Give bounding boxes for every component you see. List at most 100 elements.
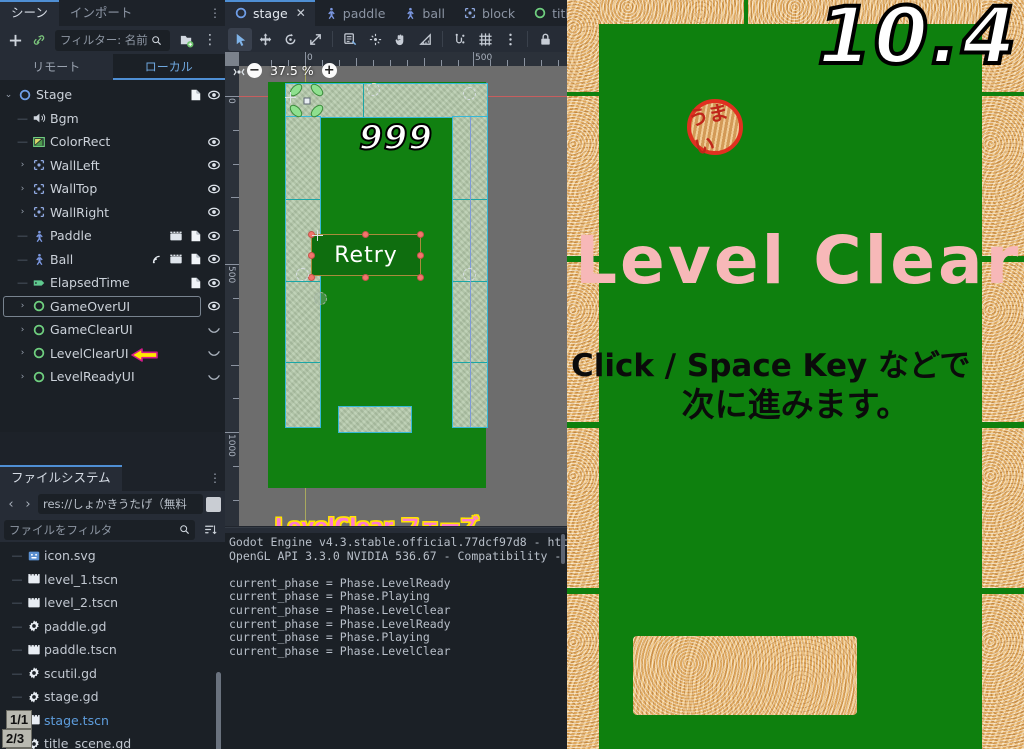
- filesystem-filter-input[interactable]: ファイルをフィルタ: [4, 519, 195, 540]
- script-icon[interactable]: [188, 88, 202, 102]
- resize-handle-tc[interactable]: [362, 231, 369, 238]
- move-mode-icon[interactable]: [253, 28, 277, 51]
- tree-expander[interactable]: ›: [16, 301, 29, 311]
- scene-tab-block[interactable]: block: [454, 0, 524, 26]
- scene-tree-item-levelclearui[interactable]: › LevelClearUI: [0, 342, 225, 366]
- zoom-out-button[interactable]: −: [247, 63, 262, 78]
- game-run-window[interactable]: 10.4 うまい Level Clear! Click / Space Key …: [567, 0, 1024, 749]
- grid-snap-icon[interactable]: [473, 28, 497, 51]
- tree-expander[interactable]: ›: [16, 348, 29, 358]
- scene-tree-item-elapsedtime[interactable]: — ElapsedTime: [0, 271, 225, 295]
- visibility-icon[interactable]: [207, 252, 221, 266]
- script-icon[interactable]: [188, 229, 202, 243]
- rotate-mode-icon[interactable]: [278, 28, 302, 51]
- visibility-icon[interactable]: [207, 182, 221, 196]
- resize-handle-bc[interactable]: [362, 274, 369, 281]
- instantiate-scene-icon[interactable]: [175, 29, 197, 51]
- resize-handle-mr[interactable]: [417, 252, 424, 259]
- scene-tree-item-gameclearui[interactable]: › GameClearUI: [0, 318, 225, 342]
- chevron-right-icon[interactable]: ›: [21, 497, 35, 512]
- visibility-icon[interactable]: [207, 299, 221, 313]
- scene-tab-ball[interactable]: ball: [394, 0, 454, 26]
- tree-expander[interactable]: ›: [16, 372, 29, 382]
- visibility-icon[interactable]: [207, 229, 221, 243]
- retry-button-node[interactable]: Retry: [311, 234, 421, 276]
- scene-tree-item-bgm[interactable]: — Bgm: [0, 107, 225, 131]
- filesystem-item-scutil-gd[interactable]: — scutil.gd: [0, 662, 225, 686]
- tab-filesystem[interactable]: ファイルシステム: [0, 465, 122, 491]
- output-console[interactable]: Godot Engine v4.3.stable.official.77dcf9…: [225, 527, 567, 749]
- filesystem-item-level-1-tscn[interactable]: — level_1.tscn: [0, 568, 225, 592]
- scene-tree-item-levelreadyui[interactable]: › LevelReadyUI: [0, 365, 225, 389]
- tree-expander[interactable]: ›: [16, 160, 29, 170]
- visibility-icon[interactable]: [207, 158, 221, 172]
- filesystem-path-input[interactable]: res://しょかきうたげ（無料: [38, 494, 203, 514]
- scene-tree-item-paddle[interactable]: — Paddle: [0, 224, 225, 248]
- zoom-in-button[interactable]: +: [321, 63, 337, 78]
- filesystem-item-title-scene-gd[interactable]: —title_scene.gd: [0, 732, 225, 749]
- tab-scene[interactable]: シーン: [0, 0, 59, 26]
- snap-options-icon[interactable]: [498, 28, 522, 51]
- visibility-off-icon[interactable]: [207, 346, 221, 360]
- resize-handle-br[interactable]: [417, 274, 424, 281]
- scene-tab-paddle[interactable]: paddle: [315, 0, 395, 26]
- filesystem-file-list[interactable]: — icon.svg — level_1.tscn — level_2.tscn — padd…: [0, 542, 225, 749]
- ruler-mode-icon[interactable]: [413, 28, 437, 51]
- tab-remote[interactable]: リモート: [0, 54, 113, 80]
- visibility-off-icon[interactable]: [207, 370, 221, 384]
- tree-expander[interactable]: ›: [16, 207, 29, 217]
- filesystem-scrollbar[interactable]: [216, 672, 221, 749]
- tree-expander[interactable]: ⌄: [2, 90, 15, 100]
- visibility-off-icon[interactable]: [207, 323, 221, 337]
- pivot-gizmo[interactable]: [314, 292, 327, 305]
- scene-tree-item-wallleft[interactable]: › WallLeft: [0, 154, 225, 178]
- resize-handle-tr[interactable]: [417, 231, 424, 238]
- resize-handle-bl[interactable]: [308, 274, 315, 281]
- scene-tree-item-wallright[interactable]: › WallRight: [0, 201, 225, 225]
- scene-dock-menu-icon[interactable]: ⋮: [205, 0, 225, 26]
- visibility-icon[interactable]: [207, 135, 221, 149]
- script-icon[interactable]: [188, 252, 202, 266]
- visibility-icon[interactable]: [207, 276, 221, 290]
- script-icon[interactable]: [188, 276, 202, 290]
- console-scrollbar[interactable]: [561, 534, 565, 564]
- filesystem-toggle-split-icon[interactable]: [206, 496, 221, 512]
- animation-icon[interactable]: [169, 229, 183, 243]
- resize-handle-ml[interactable]: [308, 252, 315, 259]
- link-icon[interactable]: [28, 29, 50, 51]
- scene-tree-item-colorrect[interactable]: — ColorRect: [0, 130, 225, 154]
- tree-expander[interactable]: ›: [16, 184, 29, 194]
- scene-tree-kebab-menu[interactable]: ⋮: [199, 29, 221, 51]
- tab-local[interactable]: ローカル: [112, 54, 225, 80]
- filesystem-item-stage-tscn[interactable]: —stage.tscn: [0, 709, 225, 733]
- scene-tree-item-ball[interactable]: — Ball: [0, 248, 225, 272]
- animation-icon[interactable]: [169, 252, 183, 266]
- 2d-viewport[interactable]: 999 Retry LevelClear フェーズ 0 500 0 500 10…: [225, 52, 567, 526]
- select-mode-icon[interactable]: [228, 27, 252, 51]
- pivot-mode-icon[interactable]: [363, 28, 387, 51]
- scene-tab-stage[interactable]: stage ✕: [225, 0, 315, 26]
- signal-icon[interactable]: [150, 252, 164, 266]
- add-node-button[interactable]: [4, 29, 26, 51]
- snap-mode-icon[interactable]: [448, 28, 472, 51]
- zoom-reset-icon[interactable]: [231, 64, 247, 80]
- visibility-icon[interactable]: [207, 205, 221, 219]
- sort-icon[interactable]: [199, 519, 221, 541]
- filesystem-item-icon-svg[interactable]: — icon.svg: [0, 544, 225, 568]
- filesystem-item-stage-gd[interactable]: — stage.gd: [0, 685, 225, 709]
- tree-expander[interactable]: ›: [16, 325, 29, 335]
- filesystem-item-paddle-gd[interactable]: — paddle.gd: [0, 615, 225, 639]
- close-icon[interactable]: ✕: [296, 6, 306, 20]
- filesystem-item-level-2-tscn[interactable]: — level_2.tscn: [0, 591, 225, 615]
- scale-mode-icon[interactable]: [303, 28, 327, 51]
- 2d-canvas[interactable]: 999 Retry LevelClear フェーズ: [239, 66, 567, 526]
- visibility-icon[interactable]: [207, 88, 221, 102]
- filesystem-menu-icon[interactable]: ⋮: [205, 465, 225, 491]
- scene-tree-item-stage[interactable]: ⌄ Stage: [0, 83, 225, 107]
- zoom-level-label[interactable]: 37.5 %: [270, 63, 314, 78]
- scene-filter-input[interactable]: フィルター: 名前: [55, 29, 170, 51]
- pan-mode-icon[interactable]: [388, 28, 412, 51]
- list-select-icon[interactable]: [338, 28, 362, 51]
- chevron-left-icon[interactable]: ‹: [4, 497, 18, 512]
- scene-tree[interactable]: ⌄ Stage — Bgm — ColorRect › WallLeft › WallTop › Wa…: [0, 80, 225, 432]
